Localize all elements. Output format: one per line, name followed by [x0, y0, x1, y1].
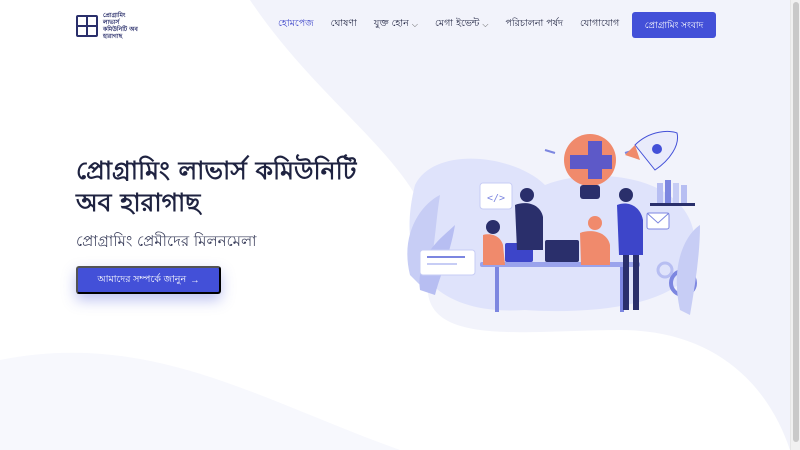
about-us-button[interactable]: আমাদের সম্পর্কে জানুন →: [76, 266, 221, 294]
svg-text:</>: </>: [487, 193, 505, 204]
nav-mega-event-label: মেগা ইভেন্ট: [434, 18, 480, 29]
hero-title-line-1: প্রোগ্রামিং লাভার্স কমিউনিটি: [76, 156, 357, 185]
nav-home[interactable]: হোমপেজ: [278, 17, 314, 32]
nav-announcements-label: ঘোষণা: [330, 18, 357, 29]
logo-line-3: হারাগাছ: [103, 33, 123, 40]
chevron-down-icon: ⌵: [411, 19, 418, 29]
scrollbar-thumb[interactable]: [793, 2, 799, 442]
nav-board-label: পরিচালনা পর্ষদ: [505, 18, 563, 29]
hero-title: প্রোগ্রামিং লাভার্স কমিউনিটি অব হারাগাছ: [76, 155, 386, 219]
logo-text: প্রোগ্রামিং লাভার্স কমিউনিটি অব হারাগাছ: [103, 12, 143, 40]
nav-announcements[interactable]: ঘোষণা: [331, 17, 357, 32]
nav-mega-event[interactable]: মেগা ইভেন্ট ⌵: [435, 17, 489, 32]
nav-join[interactable]: যুক্ত হোন ⌵: [374, 17, 418, 32]
nav-contact-label: যোগাযোগ: [579, 18, 620, 29]
arrow-right-icon: →: [190, 274, 200, 286]
nav-board[interactable]: পরিচালনা পর্ষদ: [505, 17, 562, 32]
main-nav: হোমপেজ ঘোষণা যুক্ত হোন ⌵ মেগা ইভেন্ট ⌵ পরি…: [278, 17, 636, 32]
nav-contact[interactable]: যোগাযোগ: [580, 17, 619, 32]
about-us-label: আমাদের সম্পর্কে জানুন: [97, 273, 187, 285]
puzzle-grid-logo-icon: [76, 15, 98, 37]
site-header: প্রোগ্রামিং লাভার্স কমিউনিটি অব হারাগাছ …: [0, 0, 790, 50]
hero-title-line-2: অব হারাগাছ: [76, 188, 201, 217]
nav-home-label: হোমপেজ: [278, 18, 314, 29]
team-illustration: </>: [407, 131, 700, 315]
programming-news-button[interactable]: প্রোগ্রামিং সংবাদ: [632, 12, 716, 38]
hero-subtitle: প্রোগ্রামিং প্রেমীদের মিলনমেলা: [76, 232, 257, 250]
nav-join-label: যুক্ত হোন: [373, 18, 409, 29]
site-logo[interactable]: প্রোগ্রামিং লাভার্স কমিউনিটি অব হারাগাছ: [76, 12, 143, 40]
logo-line-2: কমিউনিটি অব: [103, 26, 138, 33]
logo-line-1: প্রোগ্রামিং লাভার্স: [103, 12, 126, 26]
scrollbar[interactable]: [790, 0, 800, 450]
chevron-down-icon: ⌵: [482, 19, 489, 29]
